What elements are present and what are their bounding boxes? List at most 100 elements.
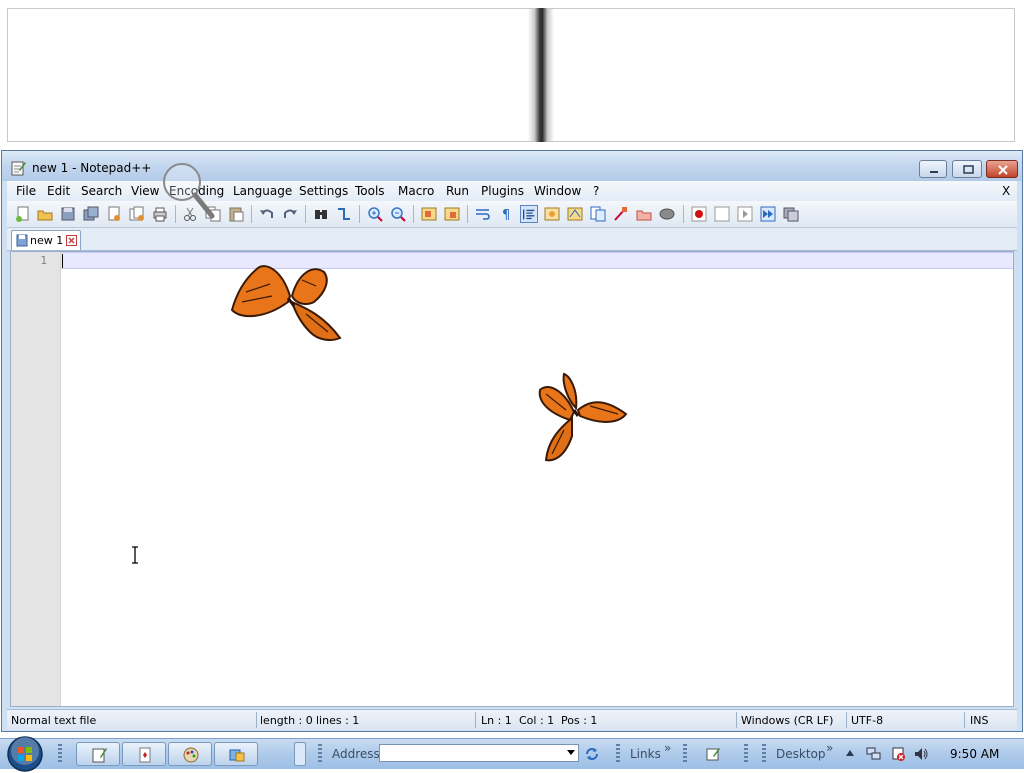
butterfly-icon (538, 372, 628, 462)
chevron-down-icon[interactable] (567, 750, 575, 756)
start-button-icon[interactable] (6, 735, 44, 773)
volume-icon[interactable] (913, 746, 929, 762)
taskbar-button-paint[interactable] (168, 742, 212, 766)
close-icon (998, 165, 1008, 175)
go-refresh-icon[interactable] (583, 745, 601, 763)
toolbar-grip[interactable] (762, 744, 766, 764)
new-file-icon[interactable] (14, 205, 32, 223)
magnifier-icon (163, 163, 215, 219)
status-column: Col : 1 (519, 714, 555, 727)
menu-window[interactable]: Window (534, 184, 581, 198)
menu-edit[interactable]: Edit (47, 184, 70, 198)
monitoring-icon[interactable] (635, 205, 653, 223)
taskbar-button-game[interactable] (122, 742, 166, 766)
card-game-icon (139, 747, 151, 763)
status-eol[interactable]: Windows (CR LF) (741, 714, 833, 727)
toolbar-separator (251, 205, 252, 223)
address-input[interactable] (379, 744, 579, 762)
menu-file[interactable]: File (16, 184, 36, 198)
tab-close-icon[interactable] (66, 235, 77, 246)
menu-close-doc[interactable]: X (1002, 184, 1010, 198)
close-all-icon[interactable] (128, 205, 146, 223)
macro-stop-icon[interactable] (713, 205, 731, 223)
undo-icon[interactable] (258, 205, 276, 223)
paste-icon[interactable] (227, 205, 245, 223)
taskbar-button-explorer[interactable] (214, 742, 258, 766)
menu-bar: File Edit Search View Encoding Language … (7, 181, 1017, 201)
macro-save-icon[interactable] (782, 205, 800, 223)
sync-horizontal-icon[interactable] (443, 205, 461, 223)
open-file-icon[interactable] (36, 205, 54, 223)
replace-icon[interactable] (335, 205, 353, 223)
close-button[interactable] (986, 160, 1018, 178)
desktop-label[interactable]: Desktop (776, 747, 826, 761)
close-file-icon[interactable] (105, 205, 123, 223)
maximize-button[interactable] (952, 160, 982, 178)
action-center-warning-icon[interactable] (890, 746, 906, 762)
links-chevron-icon[interactable]: » (664, 741, 671, 755)
minimize-button[interactable] (919, 160, 947, 178)
status-bar: Normal text file length : 0 lines : 1 Ln… (7, 709, 1017, 730)
word-wrap-icon[interactable] (474, 205, 492, 223)
menu-language[interactable]: Language (233, 184, 292, 198)
status-insert-mode[interactable]: INS (970, 714, 988, 727)
toolbar: ¶ (7, 201, 1017, 228)
function-list-icon[interactable] (589, 205, 607, 223)
indent-guide-icon[interactable] (520, 205, 538, 223)
macro-run-multiple-icon[interactable] (759, 205, 777, 223)
zoom-in-icon[interactable] (366, 205, 384, 223)
record-stop-icon[interactable] (658, 205, 676, 223)
menu-plugins[interactable]: Plugins (481, 184, 524, 198)
toolbar-grip[interactable] (318, 744, 322, 764)
redo-icon[interactable] (281, 205, 299, 223)
save-icon[interactable] (59, 205, 77, 223)
toolbar-separator (359, 205, 360, 223)
zoom-out-icon[interactable] (389, 205, 407, 223)
sync-vertical-icon[interactable] (420, 205, 438, 223)
macro-play-icon[interactable] (736, 205, 754, 223)
menu-help[interactable]: ? (593, 184, 599, 198)
svg-text:¶: ¶ (502, 208, 510, 223)
current-line-highlight (61, 252, 1013, 269)
tab-label: new 1 (30, 234, 64, 247)
status-separator (475, 712, 476, 728)
menu-run[interactable]: Run (446, 184, 469, 198)
show-all-characters-icon[interactable]: ¶ (497, 205, 515, 223)
text-cursor-icon (132, 546, 138, 564)
udl-dialog-icon[interactable] (543, 205, 561, 223)
restore-icon (963, 165, 974, 174)
toolbar-grip[interactable] (744, 744, 748, 764)
toolbar-grip[interactable] (616, 744, 620, 764)
taskbar-scroll[interactable] (294, 742, 306, 766)
status-encoding[interactable]: UTF-8 (851, 714, 883, 727)
menu-macro[interactable]: Macro (398, 184, 434, 198)
menu-view[interactable]: View (131, 184, 159, 198)
desktop-chevron-icon[interactable]: » (826, 741, 833, 755)
taskbar-grip[interactable] (58, 744, 62, 764)
window-title: new 1 - Notepad++ (32, 161, 152, 175)
line-number-gutter: 1 (11, 252, 61, 706)
status-length: length : 0 (260, 714, 313, 727)
title-bar[interactable]: new 1 - Notepad++ (2, 151, 1022, 181)
menu-settings[interactable]: Settings (299, 184, 348, 198)
tab-new-1[interactable]: new 1 (11, 230, 81, 250)
doc-map-icon[interactable] (566, 205, 584, 223)
show-hidden-icons-icon[interactable] (846, 750, 854, 756)
save-all-icon[interactable] (82, 205, 100, 223)
toolbar-grip[interactable] (683, 744, 687, 764)
text-editor[interactable]: 1 (10, 251, 1014, 707)
macro-record-icon[interactable] (690, 205, 708, 223)
panel-divider[interactable] (528, 8, 554, 142)
menu-search[interactable]: Search (81, 184, 122, 198)
taskbar-button-notepadpp[interactable] (76, 742, 120, 766)
notepad-quicklaunch-icon[interactable] (704, 745, 722, 763)
find-icon[interactable] (312, 205, 330, 223)
status-line: Ln : 1 (481, 714, 512, 727)
menu-tools[interactable]: Tools (355, 184, 385, 198)
folder-as-workspace-icon[interactable] (612, 205, 630, 223)
links-label[interactable]: Links (630, 747, 661, 761)
status-file-type: Normal text file (11, 714, 97, 727)
network-icon[interactable] (866, 746, 882, 762)
unsaved-file-icon (16, 234, 28, 247)
system-clock[interactable]: 9:50 AM (950, 747, 999, 761)
